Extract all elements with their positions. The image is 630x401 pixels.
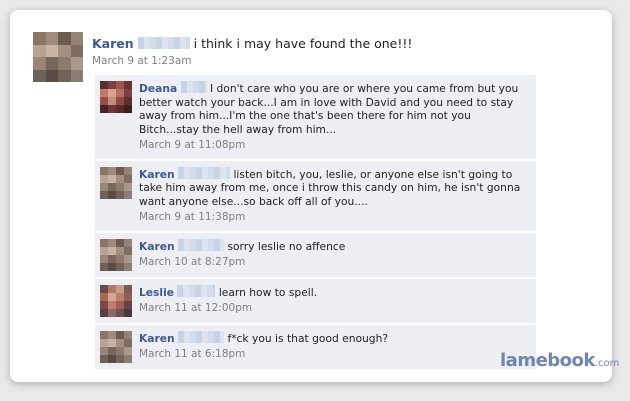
comment-text: sorry leslie no affence [227,239,346,253]
redacted-surname [178,166,231,179]
redacted-surname [178,238,225,251]
comment-avatar[interactable] [100,330,132,363]
lamebook-logo: lamebook.com [500,350,619,371]
post-card: Karen i think i may have found the one!!… [10,10,619,382]
comment-item: Karen sorry leslie no affence March 10 a… [95,232,536,277]
post-author-name[interactable]: Karen [92,36,134,51]
comment-text: learn how to spell. [218,285,318,299]
comment-avatar[interactable] [100,81,132,113]
redacted-surname [137,37,190,49]
comment-text: f*ck you is that good enough? [227,331,389,345]
post-timestamp[interactable]: March 9 at 1:23am [92,55,192,67]
comment-timestamp[interactable]: March 10 at 8:27pm [139,256,528,270]
comment-item: Leslie learn how to spell. March 11 at 1… [95,278,536,323]
comment-author[interactable]: Leslie [139,286,174,299]
comments-list: Deana I don't care who you are or where … [95,75,536,371]
comment-avatar[interactable] [100,284,132,317]
comment-timestamp[interactable]: March 9 at 11:38pm [139,211,528,225]
logo-main: lamebook [500,350,595,371]
post-header: Karen i think i may have found the one!!… [92,36,412,51]
post-author-avatar[interactable] [33,32,83,82]
comment-timestamp[interactable]: March 9 at 11:08pm [139,139,528,153]
comment-author[interactable]: Karen [139,168,175,181]
comment-timestamp[interactable]: March 11 at 6:18pm [139,348,528,362]
comment-item: Deana I don't care who you are or where … [95,75,536,159]
comment-avatar[interactable] [100,238,132,271]
comment-author[interactable]: Karen [139,332,175,345]
post-text: i think i may have found the one!!! [193,36,413,51]
redacted-surname [178,330,225,343]
redacted-surname [180,81,207,93]
comment-item: Karen listen bitch, you, leslie, or anyo… [95,160,536,231]
comment-avatar[interactable] [100,166,132,199]
comment-author[interactable]: Deana [139,82,177,95]
comment-item: Karen f*ck you is that good enough? Marc… [95,324,536,369]
comment-author[interactable]: Karen [139,240,175,253]
redacted-surname [177,284,216,297]
logo-suffix: .com [594,358,620,369]
comment-timestamp[interactable]: March 11 at 12:00pm [139,302,528,316]
